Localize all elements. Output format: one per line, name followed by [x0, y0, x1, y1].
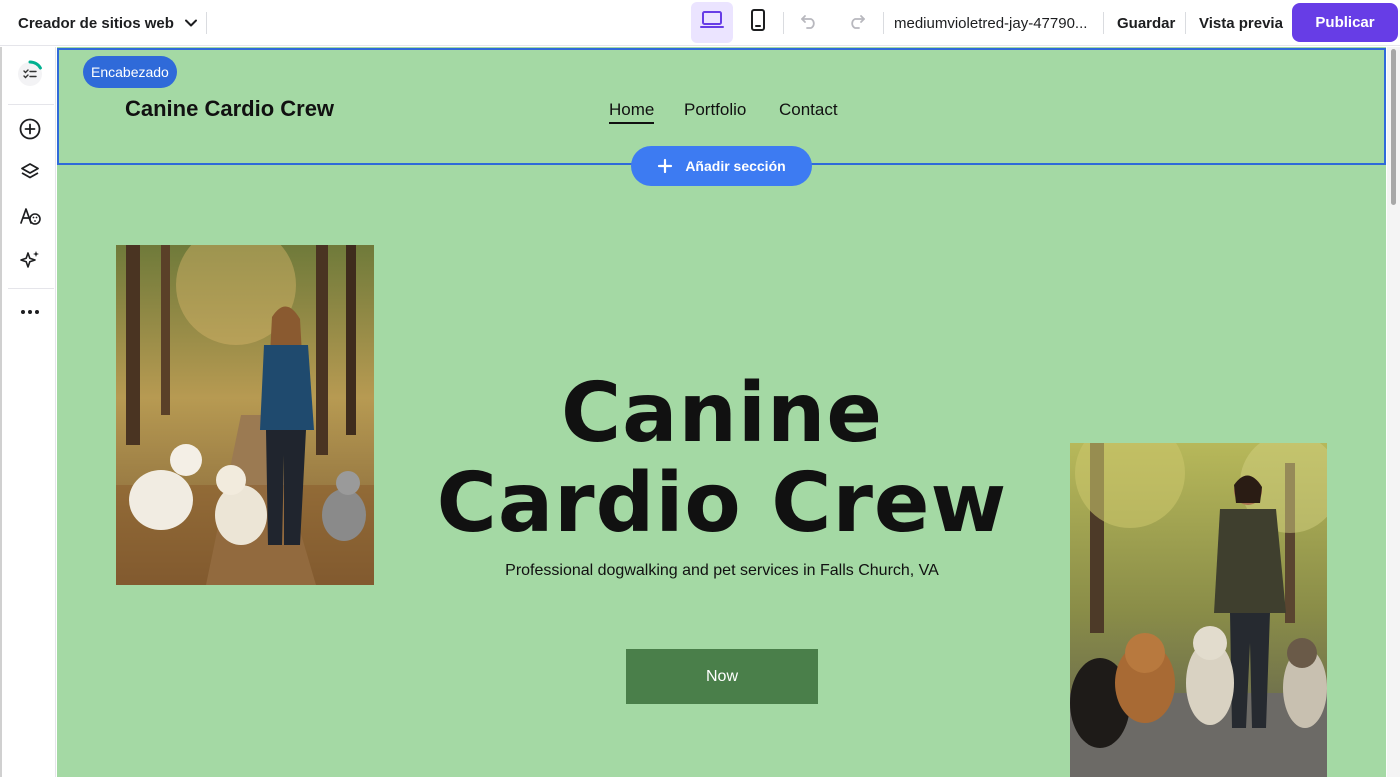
mobile-icon [750, 9, 766, 36]
layers-icon[interactable] [15, 157, 45, 187]
nav-portfolio-link[interactable]: Portfolio [684, 100, 746, 120]
brand-label: Creador de sitios web [18, 14, 174, 32]
add-section-button[interactable]: Añadir sección [631, 146, 812, 186]
section-label-badge: Encabezado [83, 56, 177, 88]
hero-title-line1: Canine [561, 366, 883, 461]
laptop-icon [700, 10, 724, 35]
canvas-scrollbar[interactable] [1387, 47, 1400, 777]
chevron-down-icon [184, 16, 198, 30]
undo-button[interactable] [794, 8, 824, 38]
nav-home-link[interactable]: Home [609, 100, 655, 124]
divider [783, 12, 784, 34]
add-section-label: Añadir sección [685, 158, 786, 174]
hero-subtitle[interactable]: Professional dogwalking and pet services… [387, 562, 1057, 580]
top-toolbar: Creador de sitios web mediumvioletred-ja… [0, 0, 1400, 46]
hero-image-dog-pack-park[interactable] [1070, 443, 1327, 777]
divider [8, 104, 54, 105]
hero-title-line2: Cardio Crew [436, 456, 1008, 551]
divider [206, 12, 207, 34]
plus-icon [657, 158, 673, 174]
redo-icon [848, 13, 866, 34]
scroll-thumb[interactable] [1391, 49, 1396, 205]
hero-image-dogwalker-forest[interactable] [116, 245, 374, 585]
add-element-icon[interactable] [15, 114, 45, 144]
hero-cta-button[interactable]: Now [626, 649, 818, 704]
site-logo-text[interactable]: Canine Cardio Crew [125, 96, 334, 122]
preview-button[interactable]: Vista previa [1199, 0, 1283, 46]
checklist-icon[interactable] [15, 59, 45, 89]
desktop-view-button[interactable] [691, 2, 733, 43]
undo-icon [800, 13, 818, 34]
redo-button[interactable] [842, 8, 872, 38]
more-icon[interactable] [15, 297, 45, 327]
divider [1185, 12, 1186, 34]
editor-sidebar [0, 47, 56, 777]
website-builder-menu[interactable]: Creador de sitios web [18, 0, 198, 46]
divider [1103, 12, 1104, 34]
save-button[interactable]: Guardar [1117, 0, 1175, 46]
site-domain-link[interactable]: mediumvioletred-jay-47790... [894, 0, 1087, 46]
ai-sparkle-icon[interactable] [15, 245, 45, 275]
site-canvas: Encabezado Canine Cardio Crew Home Portf… [57, 47, 1386, 777]
mobile-view-button[interactable] [737, 2, 779, 43]
publish-button[interactable]: Publicar [1292, 3, 1398, 42]
hero-title[interactable]: Canine Cardio Crew [357, 369, 1087, 549]
styles-icon[interactable] [15, 201, 45, 231]
divider [883, 12, 884, 34]
nav-contact-link[interactable]: Contact [779, 100, 838, 120]
divider [8, 288, 54, 289]
